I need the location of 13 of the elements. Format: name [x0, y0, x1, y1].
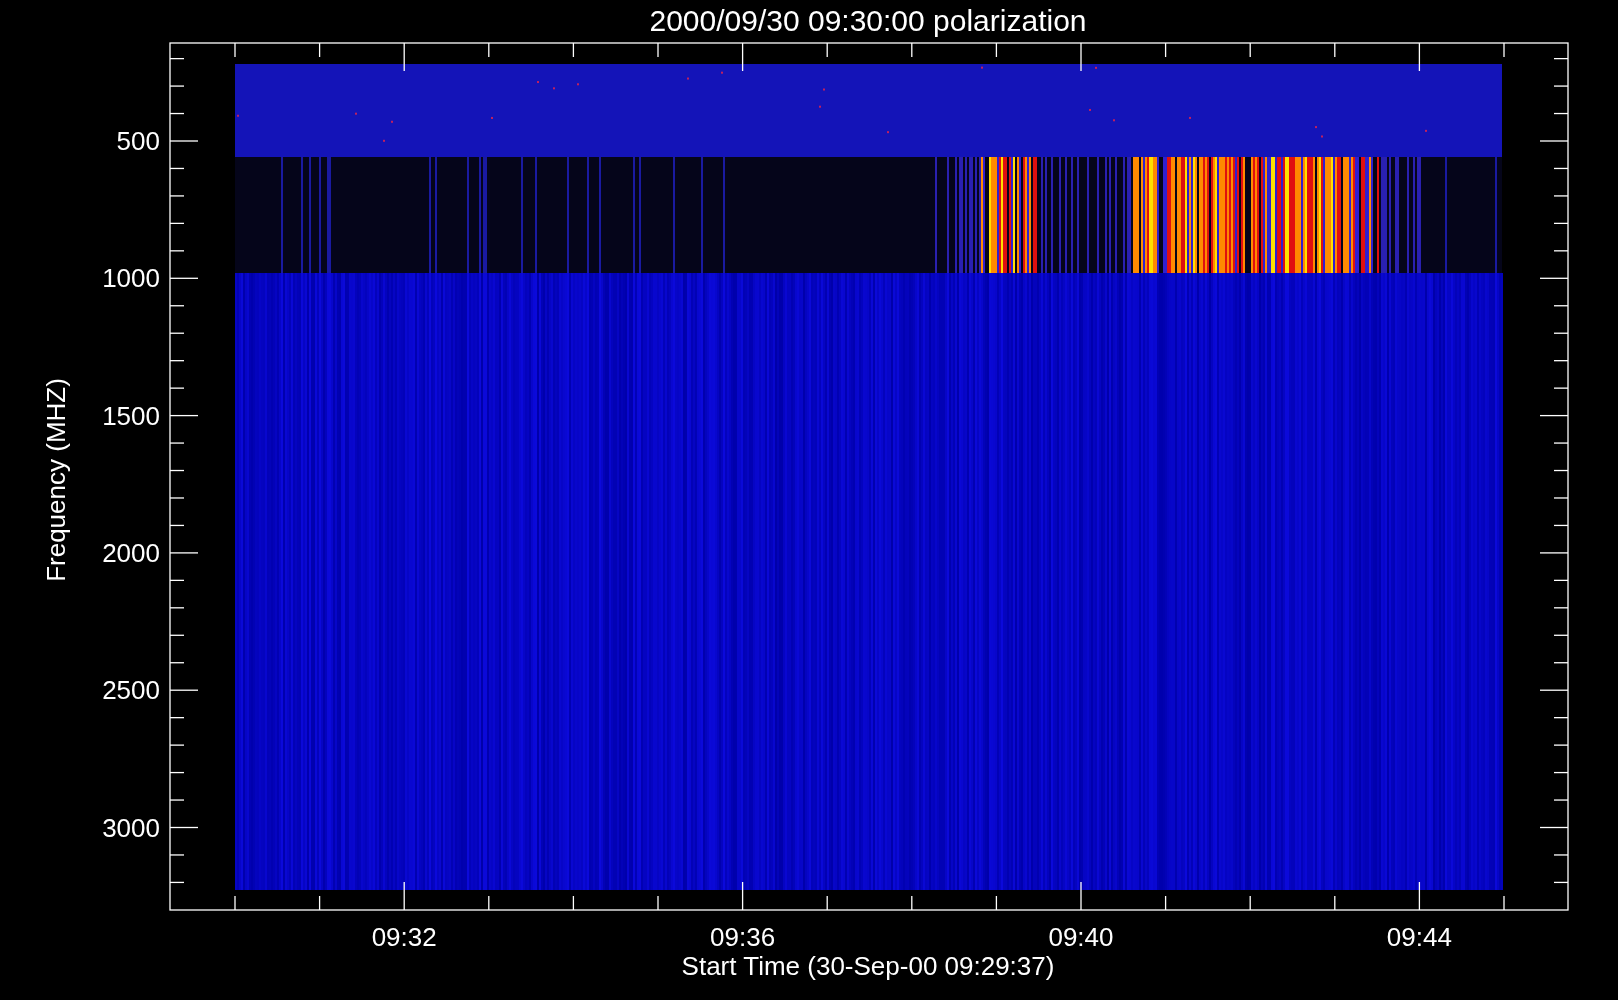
y-tick-label: 1500 [102, 400, 160, 431]
y-tick-label: 1000 [102, 263, 160, 294]
x-axis-label: Start Time (30-Sep-00 09:29:37) [681, 951, 1055, 981]
y-tick-label: 500 [116, 126, 160, 156]
chart-title: 2000/09/30 09:30:00 polarization [649, 4, 1087, 37]
y-tick-label: 2500 [102, 675, 160, 706]
x-tick-label: 09:44 [1386, 922, 1452, 952]
y-tick-label: 3000 [102, 812, 160, 843]
x-tick-label: 09:36 [710, 922, 776, 952]
y-axis-label: Frequency (MHZ) [41, 378, 71, 582]
x-tick-label: 09:40 [1048, 922, 1114, 952]
y-tick-label: 2000 [102, 537, 160, 568]
x-tick-label: 09:32 [371, 922, 437, 952]
